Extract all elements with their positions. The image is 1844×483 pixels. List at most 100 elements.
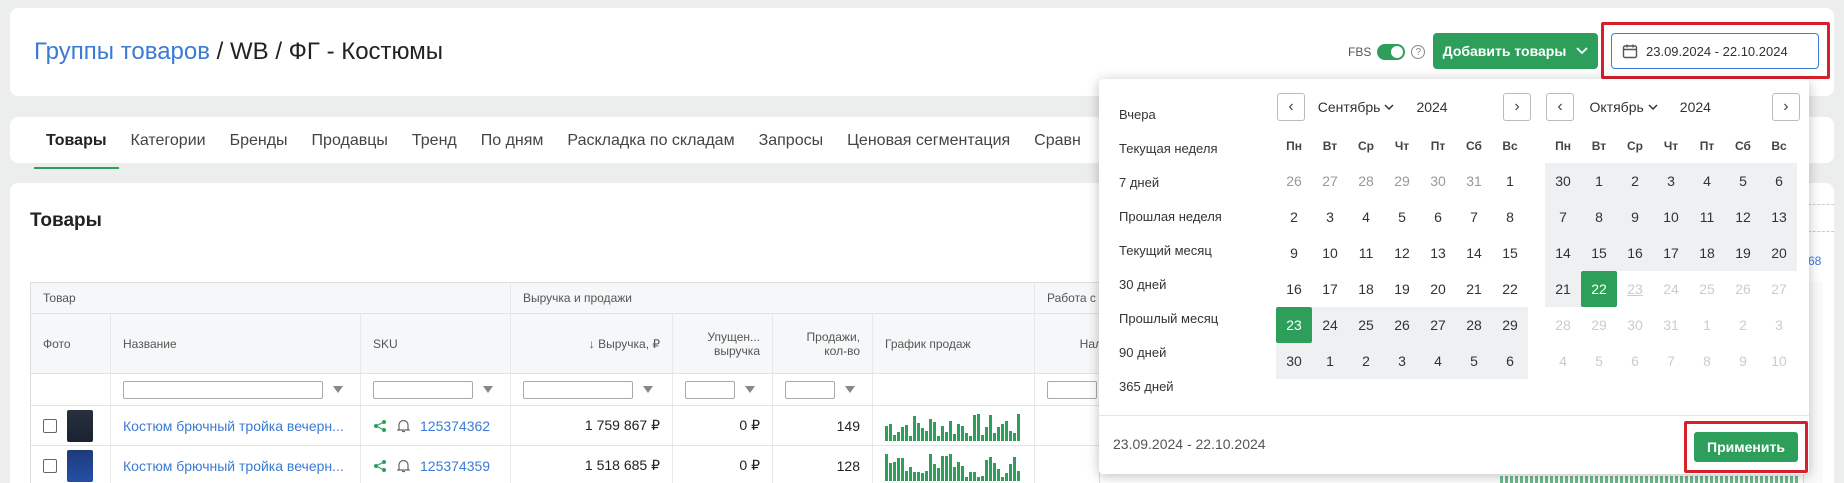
day-cell[interactable]: 26 [1384,307,1420,343]
product-photo[interactable] [67,449,93,482]
product-name-link[interactable]: Костюм брючный тройка вечерн... [123,458,344,474]
day-cell[interactable]: 7 [1545,199,1581,235]
tab-trend[interactable]: Тренд [400,131,469,169]
preset-current-month[interactable]: Текущий месяц [1119,241,1222,275]
left-month-select[interactable]: Сентябрь [1318,99,1395,115]
day-cell[interactable]: 29 [1384,163,1420,199]
day-cell-range-end[interactable]: 22 [1581,271,1617,307]
day-cell[interactable]: 30 [1545,163,1581,199]
day-cell[interactable]: 6 [1761,163,1797,199]
filter-icon[interactable] [745,386,755,393]
day-cell[interactable]: 4 [1420,343,1456,379]
day-cell[interactable]: 30 [1276,343,1312,379]
preset-365-days[interactable]: 365 дней [1119,377,1222,411]
day-cell[interactable]: 4 [1689,163,1725,199]
add-products-button[interactable]: Добавить товары [1433,33,1598,69]
preset-30-days[interactable]: 30 дней [1119,275,1222,309]
tab-brands[interactable]: Бренды [218,131,300,169]
day-cell[interactable]: 5 [1456,343,1492,379]
day-cell[interactable]: 6 [1492,343,1528,379]
day-cell[interactable]: 20 [1761,235,1797,271]
day-cell[interactable]: 10 [1312,235,1348,271]
lost-filter-input[interactable] [685,380,735,399]
row-checkbox[interactable] [43,458,57,473]
day-cell[interactable]: 6 [1420,199,1456,235]
col-revenue[interactable]: ↓ Выручка, ₽ [511,314,673,373]
extra-filter-input[interactable] [1047,380,1097,399]
table-row[interactable]: Костюм брючный тройка вечерн... 12537436… [31,406,1099,446]
day-cell[interactable]: 31 [1456,163,1492,199]
day-cell[interactable]: 2 [1276,199,1312,235]
day-cell[interactable]: 20 [1420,271,1456,307]
day-cell[interactable]: 15 [1581,235,1617,271]
day-cell[interactable]: 19 [1725,235,1761,271]
day-cell[interactable]: 13 [1761,199,1797,235]
col-extra[interactable]: Нал [1035,314,1099,373]
filter-icon[interactable] [483,386,493,393]
preset-7-days[interactable]: 7 дней [1119,173,1222,207]
day-cell[interactable]: 12 [1384,235,1420,271]
day-cell[interactable]: 7 [1456,199,1492,235]
day-cell[interactable]: 16 [1276,271,1312,307]
filter-icon[interactable] [643,386,653,393]
day-cell[interactable]: 30 [1420,163,1456,199]
day-cell[interactable]: 9 [1276,235,1312,271]
day-cell[interactable]: 27 [1420,307,1456,343]
day-cell[interactable]: 15 [1492,235,1528,271]
sku-filter-input[interactable] [373,380,473,399]
day-cell[interactable]: 11 [1689,199,1725,235]
col-sku[interactable]: SKU [361,314,511,373]
preset-current-week[interactable]: Текущая неделя [1119,139,1222,173]
filter-icon[interactable] [845,386,855,393]
bell-icon[interactable] [397,419,410,433]
day-cell[interactable]: 11 [1348,235,1384,271]
day-cell[interactable]: 27 [1312,163,1348,199]
share-icon[interactable] [373,459,387,473]
right-month-select[interactable]: Октябрь [1590,99,1658,115]
day-cell-range-start[interactable]: 23 [1276,307,1312,343]
row-checkbox[interactable] [43,418,57,433]
day-cell[interactable]: 1 [1312,343,1348,379]
name-filter-input[interactable] [123,380,323,399]
day-cell[interactable]: 13 [1420,235,1456,271]
day-cell[interactable]: 3 [1653,163,1689,199]
day-cell[interactable]: 3 [1384,343,1420,379]
preset-last-week[interactable]: Прошлая неделя [1119,207,1222,241]
day-cell[interactable]: 12 [1725,199,1761,235]
share-icon[interactable] [373,419,387,433]
fbs-toggle[interactable] [1377,44,1406,60]
day-cell[interactable]: 3 [1312,199,1348,235]
day-cell[interactable]: 8 [1492,199,1528,235]
tab-compare[interactable]: Сравн [1022,131,1093,169]
day-cell[interactable]: 8 [1581,199,1617,235]
product-photo[interactable] [67,409,93,442]
filter-icon[interactable] [333,386,343,393]
day-cell[interactable]: 16 [1617,235,1653,271]
help-icon[interactable]: ? [1411,45,1426,59]
day-cell[interactable]: 17 [1653,235,1689,271]
day-cell[interactable]: 14 [1456,235,1492,271]
tab-warehouses[interactable]: Раскладка по складам [555,131,746,169]
day-cell[interactable]: 28 [1348,163,1384,199]
prev-month-button[interactable]: ‹ [1277,93,1305,121]
breadcrumb-link[interactable]: Группы товаров [34,38,210,65]
day-cell[interactable]: 9 [1617,199,1653,235]
tab-products[interactable]: Товары [34,131,119,169]
tab-categories[interactable]: Категории [119,131,218,169]
table-row[interactable]: Костюм брючный тройка вечерн... 12537435… [31,446,1099,483]
left-year[interactable]: 2024 [1416,99,1447,115]
day-cell[interactable]: 1 [1581,163,1617,199]
prev-month-button[interactable]: ‹ [1546,93,1574,121]
day-cell[interactable]: 21 [1456,271,1492,307]
day-cell[interactable]: 19 [1384,271,1420,307]
day-cell[interactable]: 18 [1348,271,1384,307]
day-cell[interactable]: 4 [1348,199,1384,235]
day-cell[interactable]: 17 [1312,271,1348,307]
preset-90-days[interactable]: 90 дней [1119,343,1222,377]
day-cell[interactable]: 26 [1276,163,1312,199]
sku-link[interactable]: 125374359 [420,458,490,474]
col-sales[interactable]: Продажи, кол-во [773,314,873,373]
col-lost-revenue[interactable]: Упущен... выручка [673,314,773,373]
day-cell[interactable]: 22 [1492,271,1528,307]
next-month-button[interactable]: › [1503,93,1531,121]
